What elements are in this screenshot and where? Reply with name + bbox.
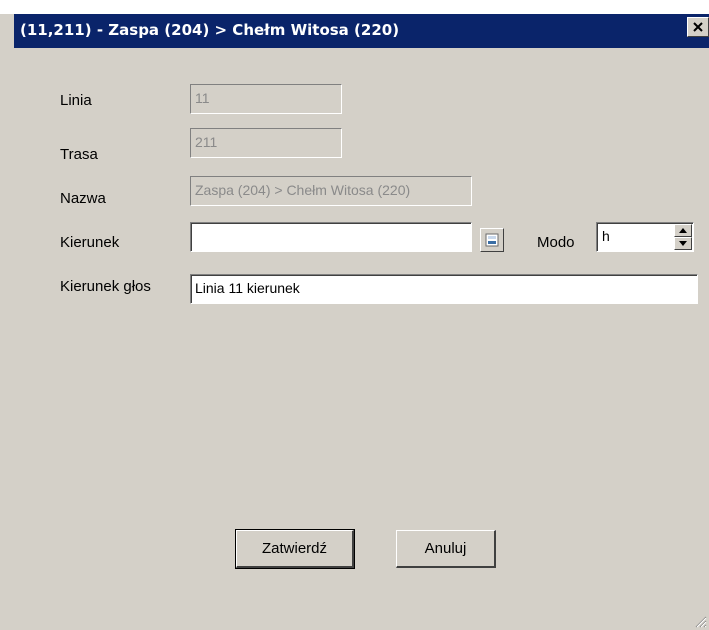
modo-spinner[interactable]: h bbox=[596, 222, 694, 252]
window-left-edge bbox=[0, 14, 14, 630]
top-strip bbox=[0, 0, 709, 14]
nazwa-field[interactable]: Zaspa (204) > Chełm Witosa (220) bbox=[190, 176, 472, 206]
modo-spin-buttons bbox=[674, 224, 692, 250]
close-icon bbox=[693, 22, 703, 32]
dialog-window: (11,211) - Zaspa (204) > Chełm Witosa (2… bbox=[0, 0, 709, 630]
resize-grip-icon[interactable] bbox=[693, 614, 707, 628]
modo-value[interactable]: h bbox=[602, 228, 610, 244]
kierunek-picker-button[interactable] bbox=[480, 228, 504, 252]
kierunek-input[interactable] bbox=[190, 222, 472, 252]
trasa-field[interactable]: 211 bbox=[190, 128, 342, 158]
confirm-button[interactable]: Zatwierdź bbox=[235, 529, 355, 569]
kierunek-glos-label: Kierunek głos bbox=[60, 278, 151, 295]
trasa-label: Trasa bbox=[60, 146, 98, 163]
modo-label: Modo bbox=[537, 234, 575, 251]
spin-up-icon bbox=[679, 228, 687, 233]
title-bar[interactable]: (11,211) - Zaspa (204) > Chełm Witosa (2… bbox=[14, 14, 709, 48]
nazwa-label: Nazwa bbox=[60, 190, 106, 207]
dialog-client: Linia 11 Trasa 211 Nazwa Zaspa (204) > C… bbox=[14, 48, 709, 630]
spin-down-icon bbox=[679, 241, 687, 246]
linia-label: Linia bbox=[60, 92, 92, 109]
close-button[interactable] bbox=[687, 17, 709, 37]
picker-icon bbox=[485, 233, 499, 247]
modo-spin-down[interactable] bbox=[674, 237, 692, 250]
modo-spin-up[interactable] bbox=[674, 224, 692, 237]
kierunek-glos-input[interactable]: Linia 11 kierunek bbox=[190, 274, 698, 304]
window-title: (11,211) - Zaspa (204) > Chełm Witosa (2… bbox=[20, 21, 400, 39]
kierunek-label: Kierunek bbox=[60, 234, 120, 251]
cancel-button[interactable]: Anuluj bbox=[396, 530, 496, 568]
linia-field[interactable]: 11 bbox=[190, 84, 342, 114]
